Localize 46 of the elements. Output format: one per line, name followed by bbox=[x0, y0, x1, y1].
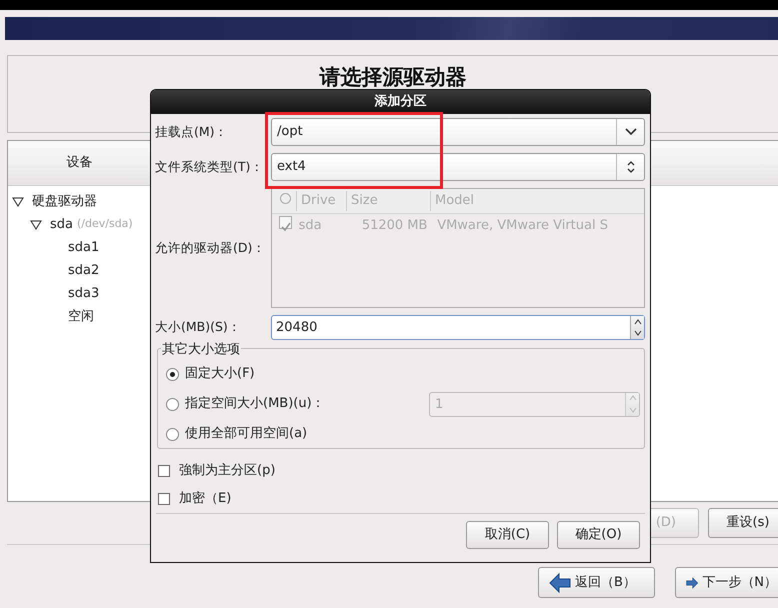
column-header: 设备 bbox=[8, 141, 151, 186]
field-label: 挂载点(M)： bbox=[155, 122, 229, 141]
chevron-down-icon bbox=[624, 128, 636, 136]
tree-item[interactable]: sda2 bbox=[68, 260, 100, 280]
table-cell-text: 51200 MB bbox=[360, 217, 428, 236]
spin-down-icon[interactable] bbox=[634, 328, 642, 338]
column-header: Model bbox=[430, 191, 630, 211]
radio-button[interactable] bbox=[166, 428, 179, 440]
checkbox-label[interactable]: 強制为主分区(p) bbox=[179, 461, 276, 481]
table-cell-text: sda bbox=[298, 217, 323, 236]
option-label[interactable]: 使用全部可用空间(a) bbox=[185, 424, 308, 444]
mount-point-combo[interactable]: /opt bbox=[271, 118, 645, 146]
radio-button[interactable] bbox=[166, 368, 179, 380]
checkbox[interactable] bbox=[158, 465, 170, 477]
checkbox[interactable] bbox=[158, 493, 170, 505]
left-arrow-icon bbox=[549, 572, 571, 592]
field-label: 大小(MB)(S)： bbox=[155, 318, 242, 336]
spin-up-icon[interactable] bbox=[634, 316, 642, 327]
select-all-icon bbox=[280, 193, 291, 204]
next-button[interactable]: 下一步（N） bbox=[675, 567, 778, 598]
back-button[interactable]: 返回（B） bbox=[538, 567, 655, 598]
expander-icon[interactable] bbox=[12, 196, 24, 206]
field-label: 允许的驱动器(D)： bbox=[155, 238, 266, 257]
size-spinbox[interactable]: 20480 bbox=[271, 315, 645, 340]
checkbox-label[interactable]: 加密（E) bbox=[179, 489, 232, 509]
device-path: (/dev/sda) bbox=[77, 216, 133, 232]
reset-button[interactable]: 重设(s) bbox=[708, 508, 778, 538]
dialog-title: 添加分区 bbox=[151, 90, 650, 114]
option-label[interactable]: 指定空间大小(MB)(u)： bbox=[185, 394, 325, 414]
up-down-icon bbox=[626, 160, 636, 174]
page-title: 请选择源驱动器 bbox=[318, 64, 468, 91]
tree-item[interactable]: sda bbox=[50, 214, 73, 234]
expander-icon[interactable] bbox=[30, 220, 42, 230]
column-header: Drive bbox=[296, 191, 346, 211]
ok-button[interactable]: 确定(O) bbox=[557, 521, 640, 549]
filesystem-combo[interactable]: ext4 bbox=[271, 153, 645, 181]
tree-item[interactable]: 空闲 bbox=[68, 306, 94, 326]
tree-item[interactable]: 硬盘驱动器 bbox=[32, 192, 97, 212]
column-header: Size bbox=[346, 191, 430, 211]
table-cell-text: VMware, VMware Virtual S bbox=[436, 217, 609, 236]
tree-item[interactable]: sda3 bbox=[68, 284, 100, 304]
cancel-button[interactable]: 取消(C) bbox=[466, 521, 549, 549]
field-label: 文件系统类型(T)： bbox=[155, 158, 264, 176]
tree-item[interactable]: sda1 bbox=[68, 238, 100, 258]
radio-button[interactable] bbox=[166, 398, 179, 410]
option-label[interactable]: 固定大小(F) bbox=[185, 364, 255, 384]
